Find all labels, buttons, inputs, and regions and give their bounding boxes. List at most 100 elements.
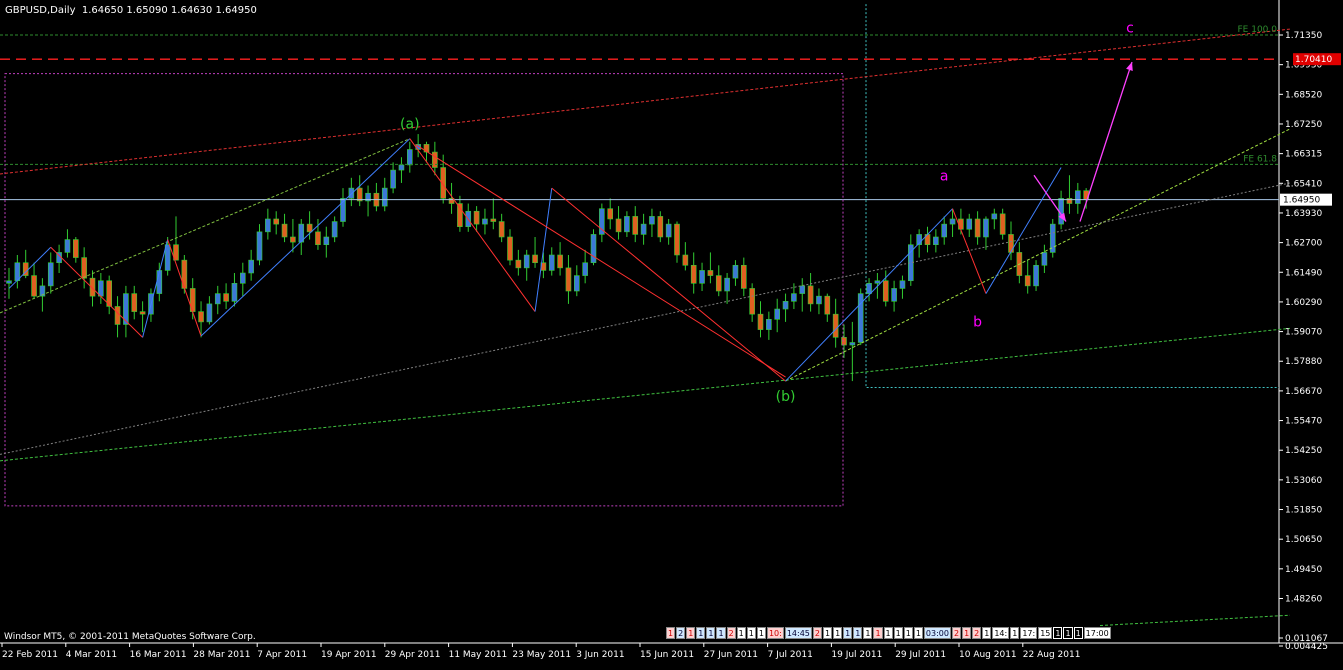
timebar-cell[interactable]: 1 bbox=[903, 627, 913, 639]
timebar-cell[interactable]: 1 bbox=[1010, 627, 1020, 639]
timebar-cell[interactable]: 17:00 bbox=[1083, 627, 1111, 639]
y-tick-label: 1.63930 bbox=[1285, 209, 1322, 219]
candle-bull bbox=[240, 272, 246, 284]
candle-bull bbox=[590, 234, 597, 264]
candle-bear bbox=[290, 236, 296, 243]
timebar-cell[interactable]: 2 bbox=[812, 627, 822, 639]
candle-bear bbox=[515, 259, 522, 269]
candle-bear bbox=[999, 213, 1006, 235]
timebar-cell[interactable]: 1 bbox=[736, 627, 746, 639]
candle-bull bbox=[47, 262, 54, 287]
timebar-cell[interactable]: 2 bbox=[726, 627, 736, 639]
candle-bull bbox=[1041, 252, 1048, 266]
last-price-label: 1.64950 bbox=[1283, 196, 1320, 206]
candle-bear bbox=[139, 311, 146, 315]
price-chart[interactable]: 1.713501.699301.685201.672501.663151.654… bbox=[0, 0, 1343, 666]
candle-bear bbox=[306, 223, 313, 233]
y-tick-label: 1.57880 bbox=[1285, 357, 1322, 367]
chart-area[interactable]: 1.71350 1.69930 1.68520 1.67250 1.66315 1.654… bbox=[0, 0, 1343, 666]
timebar[interactable]: 1 2 1 1 1 1 2 1 1 1 10: 14:45 2 1 1 1 1 1 1 1 1 1 1 03:00 2 1 2 1 14… bbox=[666, 627, 1111, 639]
timebar-cell[interactable]: 1 bbox=[716, 627, 726, 639]
timebar-cell[interactable]: 1 bbox=[1063, 627, 1073, 639]
timebar-cell[interactable]: 1 bbox=[883, 627, 893, 639]
timebar-cell[interactable]: 1 bbox=[746, 627, 756, 639]
candle-bear bbox=[882, 280, 889, 302]
candle-bear bbox=[565, 267, 572, 292]
timebar-cell[interactable]: 1 bbox=[863, 627, 873, 639]
candle-bear bbox=[532, 254, 538, 264]
timebar-cell[interactable]: 1 bbox=[666, 627, 676, 639]
timebar-cell[interactable]: 1 bbox=[962, 627, 972, 639]
timebar-cell[interactable]: 1 bbox=[913, 627, 923, 639]
candle-bull bbox=[582, 262, 588, 276]
candle-bear bbox=[223, 293, 229, 302]
timebar-cell[interactable]: 1 bbox=[843, 627, 853, 639]
candle-bull bbox=[206, 303, 213, 323]
timebar-cell[interactable]: 2 bbox=[951, 627, 962, 639]
x-tick-label: 29 Apr 2011 bbox=[385, 650, 441, 660]
wave-label: (b) bbox=[776, 389, 796, 405]
timebar-cell[interactable]: 2 bbox=[972, 627, 982, 639]
candle-bull bbox=[816, 295, 822, 305]
x-tick-label: 3 Jun 2011 bbox=[576, 650, 624, 660]
candle-bull bbox=[899, 280, 906, 289]
timebar-cell[interactable]: 17: bbox=[1020, 627, 1038, 639]
timebar-cell[interactable]: 1 bbox=[706, 627, 716, 639]
y-tick-label: 1.60290 bbox=[1285, 298, 1322, 308]
timebar-cell[interactable]: 1 bbox=[893, 627, 903, 639]
candle-bull bbox=[799, 285, 806, 294]
projection-arrow-up bbox=[1079, 61, 1133, 222]
candle-bull bbox=[1033, 264, 1039, 287]
timebar-cell[interactable]: 1 bbox=[756, 627, 766, 639]
timebar-cell[interactable]: 10: bbox=[766, 627, 784, 639]
candle-bull bbox=[523, 254, 530, 269]
fib-level-label: FE 61.8 bbox=[1243, 154, 1277, 164]
candle-bear bbox=[807, 285, 814, 305]
y-tick-label: 1.66315 bbox=[1285, 150, 1322, 160]
timebar-cell[interactable]: 03:00 bbox=[923, 627, 951, 639]
candle-bull bbox=[482, 218, 488, 225]
timebar-cell[interactable]: 1 bbox=[1053, 627, 1063, 639]
target-price-label: 1.70410 bbox=[1295, 55, 1332, 65]
candle-bear bbox=[198, 311, 204, 323]
timebar-cell[interactable]: 1 bbox=[833, 627, 843, 639]
y-tick-label: 1.55470 bbox=[1285, 417, 1322, 427]
candle-bull bbox=[406, 149, 413, 166]
zigzag-down bbox=[50, 246, 143, 338]
x-tick-label: 19 Apr 2011 bbox=[321, 650, 377, 660]
y-tick-label: 1.71350 bbox=[1285, 31, 1322, 41]
candle-bull bbox=[390, 169, 396, 189]
timebar-cell[interactable]: 1 bbox=[982, 627, 992, 639]
timebar-cell[interactable]: 2 bbox=[676, 627, 686, 639]
timebar-cell[interactable]: 1 bbox=[696, 627, 706, 639]
y-tick-label: 1.65410 bbox=[1285, 179, 1322, 189]
x-tick-label: 22 Aug 2011 bbox=[1023, 650, 1081, 660]
candle-bull bbox=[331, 221, 338, 238]
wave-label: a bbox=[940, 168, 949, 184]
y-tick-label: 1.67250 bbox=[1285, 120, 1322, 130]
timebar-cell[interactable]: 1 bbox=[1073, 627, 1083, 639]
candle-bear bbox=[632, 216, 639, 235]
x-tick-label: 10 Aug 2011 bbox=[959, 650, 1017, 660]
timebar-cell[interactable]: 14: bbox=[992, 627, 1010, 639]
candle-bear bbox=[974, 218, 981, 238]
candle-bull bbox=[849, 342, 856, 346]
timebar-cell[interactable]: 1 bbox=[853, 627, 863, 639]
timebar-cell[interactable]: 14:45 bbox=[784, 627, 812, 639]
candle-bear bbox=[557, 254, 563, 269]
zigzag-up bbox=[142, 239, 169, 338]
candle-bear bbox=[432, 151, 438, 168]
candle-bull bbox=[573, 275, 580, 292]
y-tick-label: 1.48260 bbox=[1285, 595, 1322, 605]
zigzag-down bbox=[551, 187, 786, 382]
timebar-cell[interactable]: 1 bbox=[822, 627, 833, 639]
cyan-box bbox=[865, 4, 1279, 389]
x-tick-label: 16 Mar 2011 bbox=[130, 650, 187, 660]
timebar-cell[interactable]: 15 bbox=[1038, 627, 1053, 639]
candle-bear bbox=[715, 275, 722, 292]
candle-bull bbox=[6, 280, 12, 284]
timebar-cell[interactable]: 1 bbox=[873, 627, 883, 639]
candle-bull bbox=[256, 231, 263, 261]
timebar-cell[interactable]: 1 bbox=[686, 627, 696, 639]
candle-bear bbox=[740, 264, 747, 289]
